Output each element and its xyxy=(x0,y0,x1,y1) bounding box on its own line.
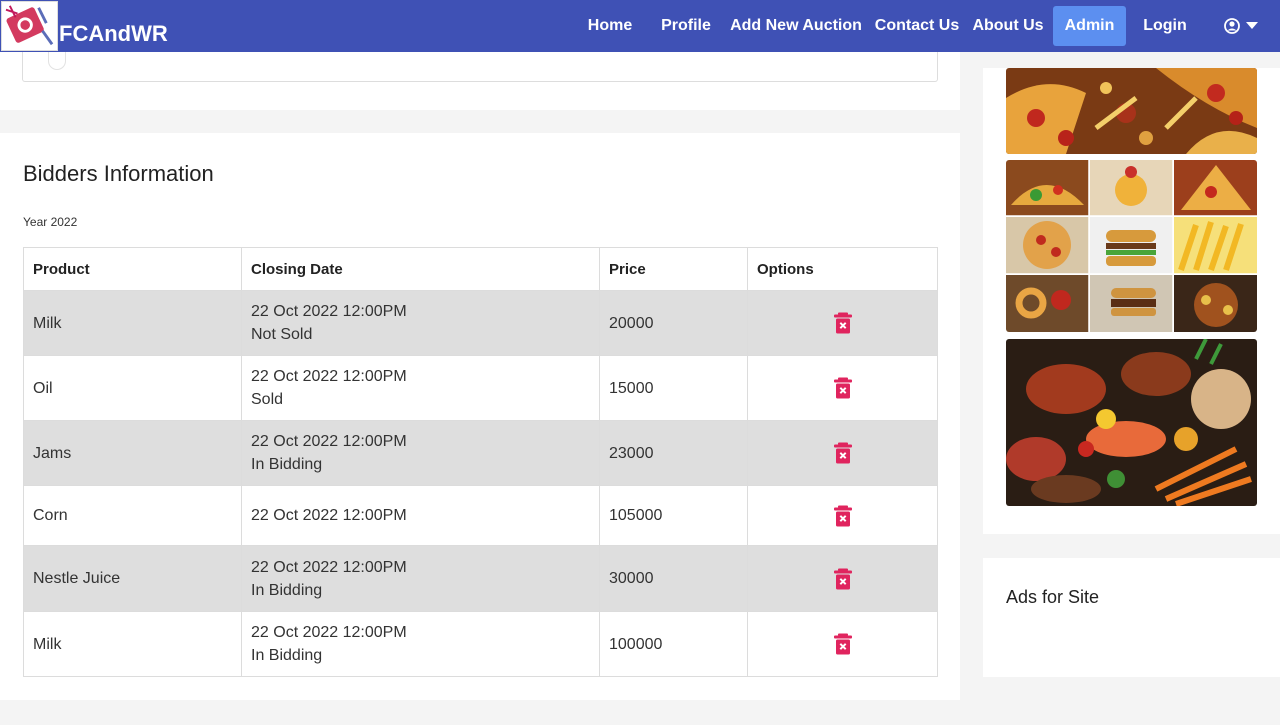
trash-delete-icon xyxy=(833,312,852,334)
trash-delete-icon xyxy=(833,568,852,590)
cell-options xyxy=(747,355,938,421)
closing-date-text: 22 Oct 2022 12:00PM xyxy=(251,624,407,641)
produce-image xyxy=(1006,339,1257,506)
cell-options xyxy=(747,611,938,677)
cell-price: 23000 xyxy=(599,420,748,486)
table-row: Milk 22 Oct 2022 12:00PM Not Sold 20000 xyxy=(23,290,938,356)
food-logo-icon[interactable] xyxy=(1,1,58,51)
cell-price: 15000 xyxy=(599,355,748,421)
caret-down-icon xyxy=(1246,22,1258,29)
nav-login[interactable]: Login xyxy=(1136,6,1194,46)
cell-product: Jams xyxy=(23,420,242,486)
delete-button[interactable] xyxy=(833,312,853,334)
nav-add-new-auction[interactable]: Add New Auction xyxy=(728,6,864,46)
user-circle-icon xyxy=(1224,18,1240,34)
cell-closing-date: 22 Oct 2022 12:00PM xyxy=(241,485,600,546)
delete-button[interactable] xyxy=(833,505,853,527)
table-row: Nestle Juice 22 Oct 2022 12:00PM In Bidd… xyxy=(23,545,938,612)
cell-options xyxy=(747,420,938,486)
account-menu[interactable] xyxy=(1222,15,1262,37)
cell-options xyxy=(747,545,938,612)
header-options: Options xyxy=(747,247,938,291)
cell-options xyxy=(747,485,938,546)
cell-product: Corn xyxy=(23,485,242,546)
cell-closing-date: 22 Oct 2022 12:00PM In Bidding xyxy=(241,420,600,486)
cell-price: 30000 xyxy=(599,545,748,612)
table-row: Corn 22 Oct 2022 12:00PM 105000 xyxy=(23,485,938,546)
nav-admin[interactable]: Admin xyxy=(1053,6,1126,46)
top-navbar: FCAndWR Home Profile Add New Auction Con… xyxy=(0,0,1280,52)
delete-button[interactable] xyxy=(833,442,853,464)
nav-contact-us[interactable]: Contact Us xyxy=(872,6,962,46)
delete-button[interactable] xyxy=(833,568,853,590)
cell-closing-date: 22 Oct 2022 12:00PM In Bidding xyxy=(241,545,600,612)
cell-product: Milk xyxy=(23,611,242,677)
closing-date-text: 22 Oct 2022 12:00PM xyxy=(251,507,407,524)
delete-button[interactable] xyxy=(833,633,853,655)
table-row: Oil 22 Oct 2022 12:00PM Sold 15000 xyxy=(23,355,938,421)
cell-price: 20000 xyxy=(599,290,748,356)
header-price: Price xyxy=(599,247,748,291)
cell-price: 105000 xyxy=(599,485,748,546)
trash-delete-icon xyxy=(833,633,852,655)
ads-title: Ads for Site xyxy=(1006,587,1100,607)
bidders-table: Product Closing Date Price Options Milk … xyxy=(23,247,938,677)
cell-closing-date: 22 Oct 2022 12:00PM Sold xyxy=(241,355,600,421)
nav-profile[interactable]: Profile xyxy=(656,6,716,46)
cell-product: Oil xyxy=(23,355,242,421)
table-row: Milk 22 Oct 2022 12:00PM In Bidding 1000… xyxy=(23,611,938,677)
delete-button[interactable] xyxy=(833,377,853,399)
header-product: Product xyxy=(23,247,242,291)
trash-delete-icon xyxy=(833,377,852,399)
radio-remnant xyxy=(48,52,66,70)
trash-delete-icon xyxy=(833,505,852,527)
brand-name[interactable]: FCAndWR xyxy=(59,21,168,47)
nav-about-us[interactable]: About Us xyxy=(969,6,1047,46)
pizza-image xyxy=(1006,68,1257,154)
food-collage-image xyxy=(1006,160,1257,332)
cell-price: 100000 xyxy=(599,611,748,677)
status-text: In Bidding xyxy=(251,581,323,599)
cell-closing-date: 22 Oct 2022 12:00PM Not Sold xyxy=(241,290,600,356)
cell-closing-date: 22 Oct 2022 12:00PM In Bidding xyxy=(241,611,600,677)
status-text: Sold xyxy=(251,391,284,408)
trash-delete-icon xyxy=(833,442,852,464)
status-text: In Bidding xyxy=(251,456,323,473)
nav-home[interactable]: Home xyxy=(581,6,639,46)
year-label: Year 2022 xyxy=(23,215,78,229)
cell-options xyxy=(747,290,938,356)
ads-box xyxy=(983,558,1280,677)
closing-date-text: 22 Oct 2022 12:00PM xyxy=(251,368,407,385)
cell-product: Nestle Juice xyxy=(23,545,242,612)
header-closing-date: Closing Date xyxy=(241,247,600,291)
closing-date-text: 22 Oct 2022 12:00PM xyxy=(251,303,407,320)
closing-date-text: 22 Oct 2022 12:00PM xyxy=(251,433,407,450)
cell-product: Milk xyxy=(23,290,242,356)
table-row: Jams 22 Oct 2022 12:00PM In Bidding 2300… xyxy=(23,420,938,486)
status-text: Not Sold xyxy=(251,326,313,343)
closing-date-text: 22 Oct 2022 12:00PM xyxy=(251,558,407,576)
previous-card xyxy=(22,52,938,82)
status-text: In Bidding xyxy=(251,647,323,664)
page-title: Bidders Information xyxy=(23,161,214,186)
